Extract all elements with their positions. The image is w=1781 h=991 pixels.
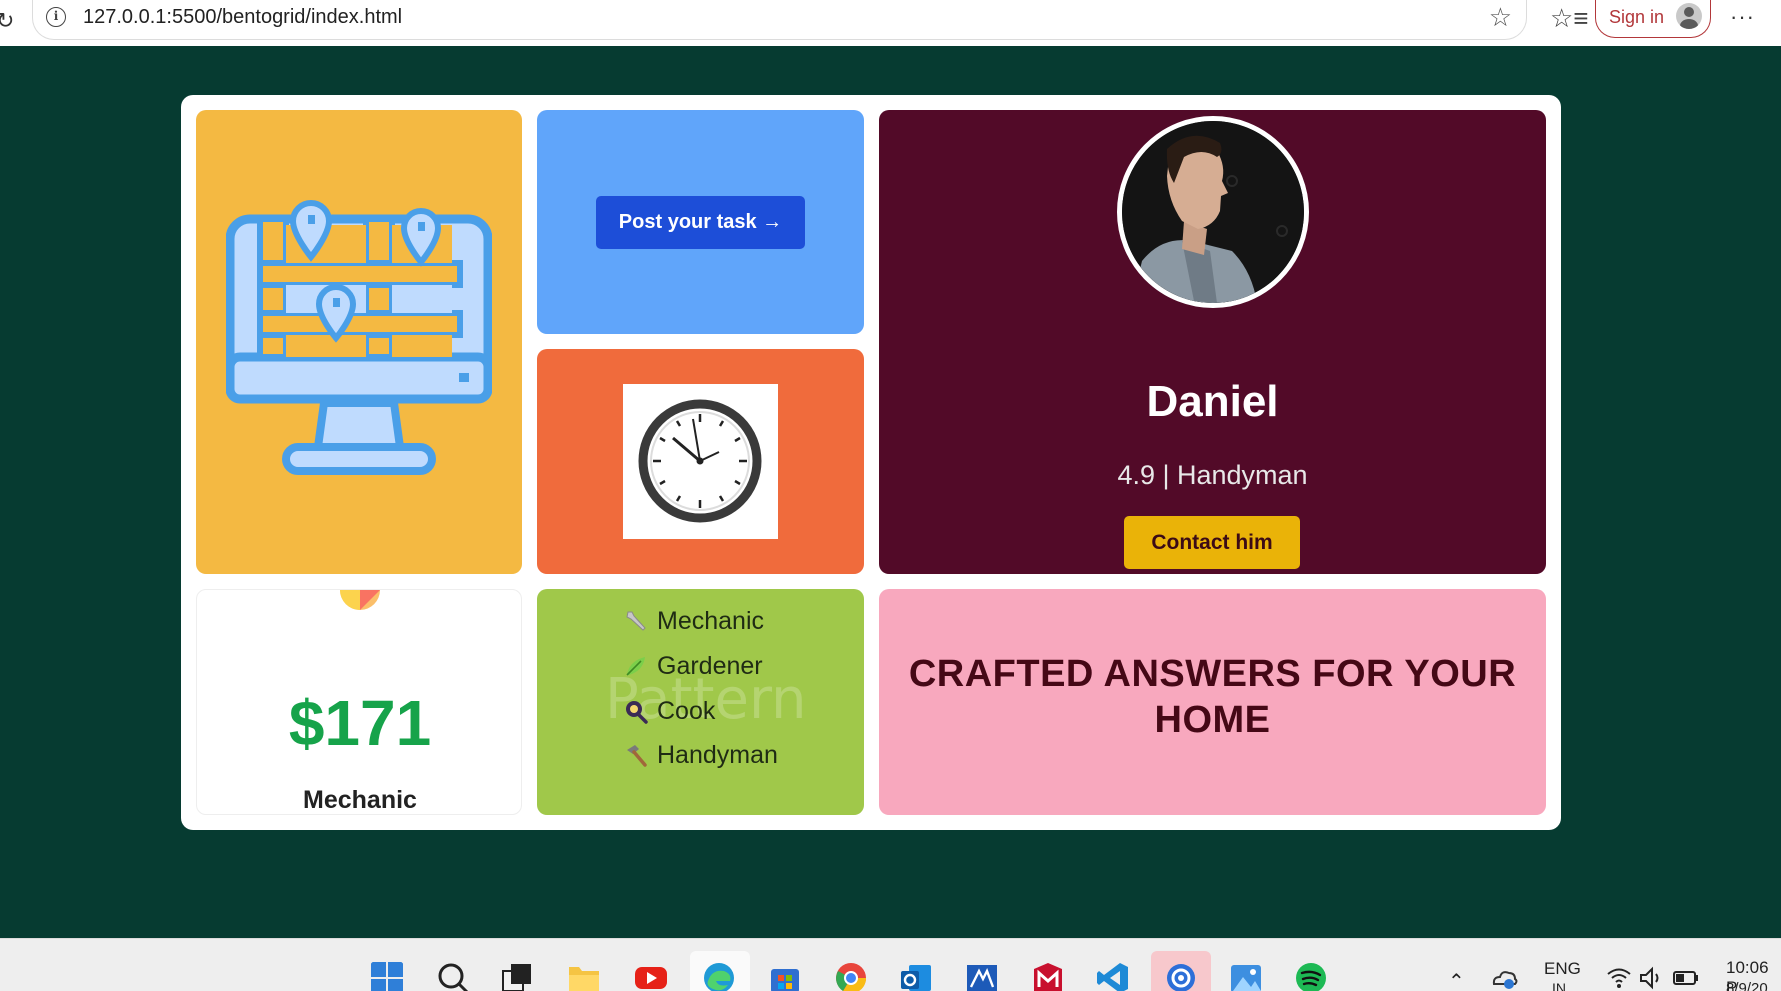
clock-date[interactable]: 8/9/20 [1726, 980, 1768, 991]
profile-name: Daniel [1146, 377, 1279, 426]
chrome-browser-icon[interactable] [834, 961, 868, 991]
os-taskbar: ⌃ ENG IN 10:06 P 8/9/20 [0, 938, 1781, 991]
contact-button[interactable]: Contact him [1124, 516, 1300, 569]
battery-icon[interactable] [1672, 961, 1700, 991]
frying-pan-icon [626, 701, 648, 724]
browser-toolbar: ↻ i 127.0.0.1:5500/bentogrid/index.html … [0, 0, 1781, 46]
service-item-mechanic[interactable]: Mechanic [623, 604, 764, 638]
favorites-list-icon[interactable]: ☆≡ [1550, 3, 1588, 34]
leaf-icon [626, 657, 645, 676]
favorite-star-icon[interactable]: ☆ [1489, 2, 1512, 33]
price-category: Mechanic [303, 786, 417, 814]
outlook-icon[interactable] [899, 961, 933, 991]
mcafee-icon[interactable] [1031, 961, 1065, 991]
wifi-icon[interactable] [1606, 961, 1632, 991]
photos-icon[interactable] [1229, 961, 1263, 991]
person-portrait-icon [1122, 121, 1304, 303]
windows-start-icon[interactable] [370, 961, 404, 991]
microsoft-store-icon[interactable] [768, 961, 802, 991]
profile-rating-role: 4.9 | Handyman [1117, 460, 1308, 490]
task-view-icon[interactable] [501, 961, 535, 991]
price-tile: $171 Mechanic [196, 589, 522, 815]
url-text[interactable]: 127.0.0.1:5500/bentogrid/index.html [83, 6, 402, 29]
reload-icon[interactable]: ↻ [0, 8, 14, 34]
mail-app-icon[interactable] [965, 961, 999, 991]
site-info-icon[interactable]: i [46, 7, 66, 27]
post-task-button[interactable]: Post your task → [596, 196, 805, 249]
hammer-icon [627, 745, 647, 767]
service-item-cook[interactable]: Cook [623, 694, 715, 728]
slogan-heading: CRAFTED ANSWERS FOR YOUR HOME [908, 653, 1517, 741]
language-indicator[interactable]: ENG [1544, 959, 1581, 979]
services-tile: Pattern Mechanic Gardener Cook Handyman [537, 589, 864, 815]
profile-photo [1117, 116, 1309, 308]
map-tile [196, 110, 522, 574]
tray-chevron-icon[interactable]: ⌃ [1448, 969, 1465, 991]
sign-in-label: Sign in [1609, 7, 1665, 27]
edge-browser-icon[interactable] [702, 961, 736, 991]
sign-in-button[interactable]: Sign in [1595, 0, 1711, 38]
service-label: Gardener [657, 651, 763, 680]
wrench-icon [626, 611, 646, 631]
clock-tile [537, 349, 864, 574]
snipping-tool-icon[interactable] [1164, 961, 1198, 991]
bento-grid-card: Post your task → Daniel 4.9 | Handyman C… [181, 95, 1561, 830]
service-label: Handyman [657, 740, 778, 769]
price-value: $171 [288, 687, 432, 759]
monitor-map-icon [226, 199, 492, 475]
clock-icon [638, 399, 762, 523]
file-explorer-icon[interactable] [567, 961, 601, 991]
slogan-tile: CRAFTED ANSWERS FOR YOUR HOME [879, 589, 1546, 815]
profile-tile: Daniel 4.9 | Handyman Contact him [879, 110, 1546, 574]
clock-image [623, 384, 778, 539]
service-item-handyman[interactable]: Handyman [623, 738, 778, 772]
more-options-icon[interactable]: ··· [1730, 4, 1755, 30]
coin-icon [340, 590, 380, 610]
post-task-tile: Post your task → [537, 110, 864, 334]
address-bar[interactable]: i 127.0.0.1:5500/bentogrid/index.html ☆ [32, 0, 1527, 40]
service-label: Cook [657, 696, 716, 725]
volume-icon[interactable] [1638, 961, 1664, 991]
service-label: Mechanic [657, 606, 764, 635]
onedrive-icon[interactable] [1490, 961, 1518, 991]
vscode-icon[interactable] [1096, 961, 1130, 991]
region-indicator: IN [1552, 980, 1566, 991]
search-icon[interactable] [436, 961, 470, 991]
youtube-icon[interactable] [634, 961, 668, 991]
profile-avatar-icon [1676, 3, 1702, 29]
service-item-gardener[interactable]: Gardener [623, 649, 763, 683]
spotify-icon[interactable] [1294, 961, 1328, 991]
